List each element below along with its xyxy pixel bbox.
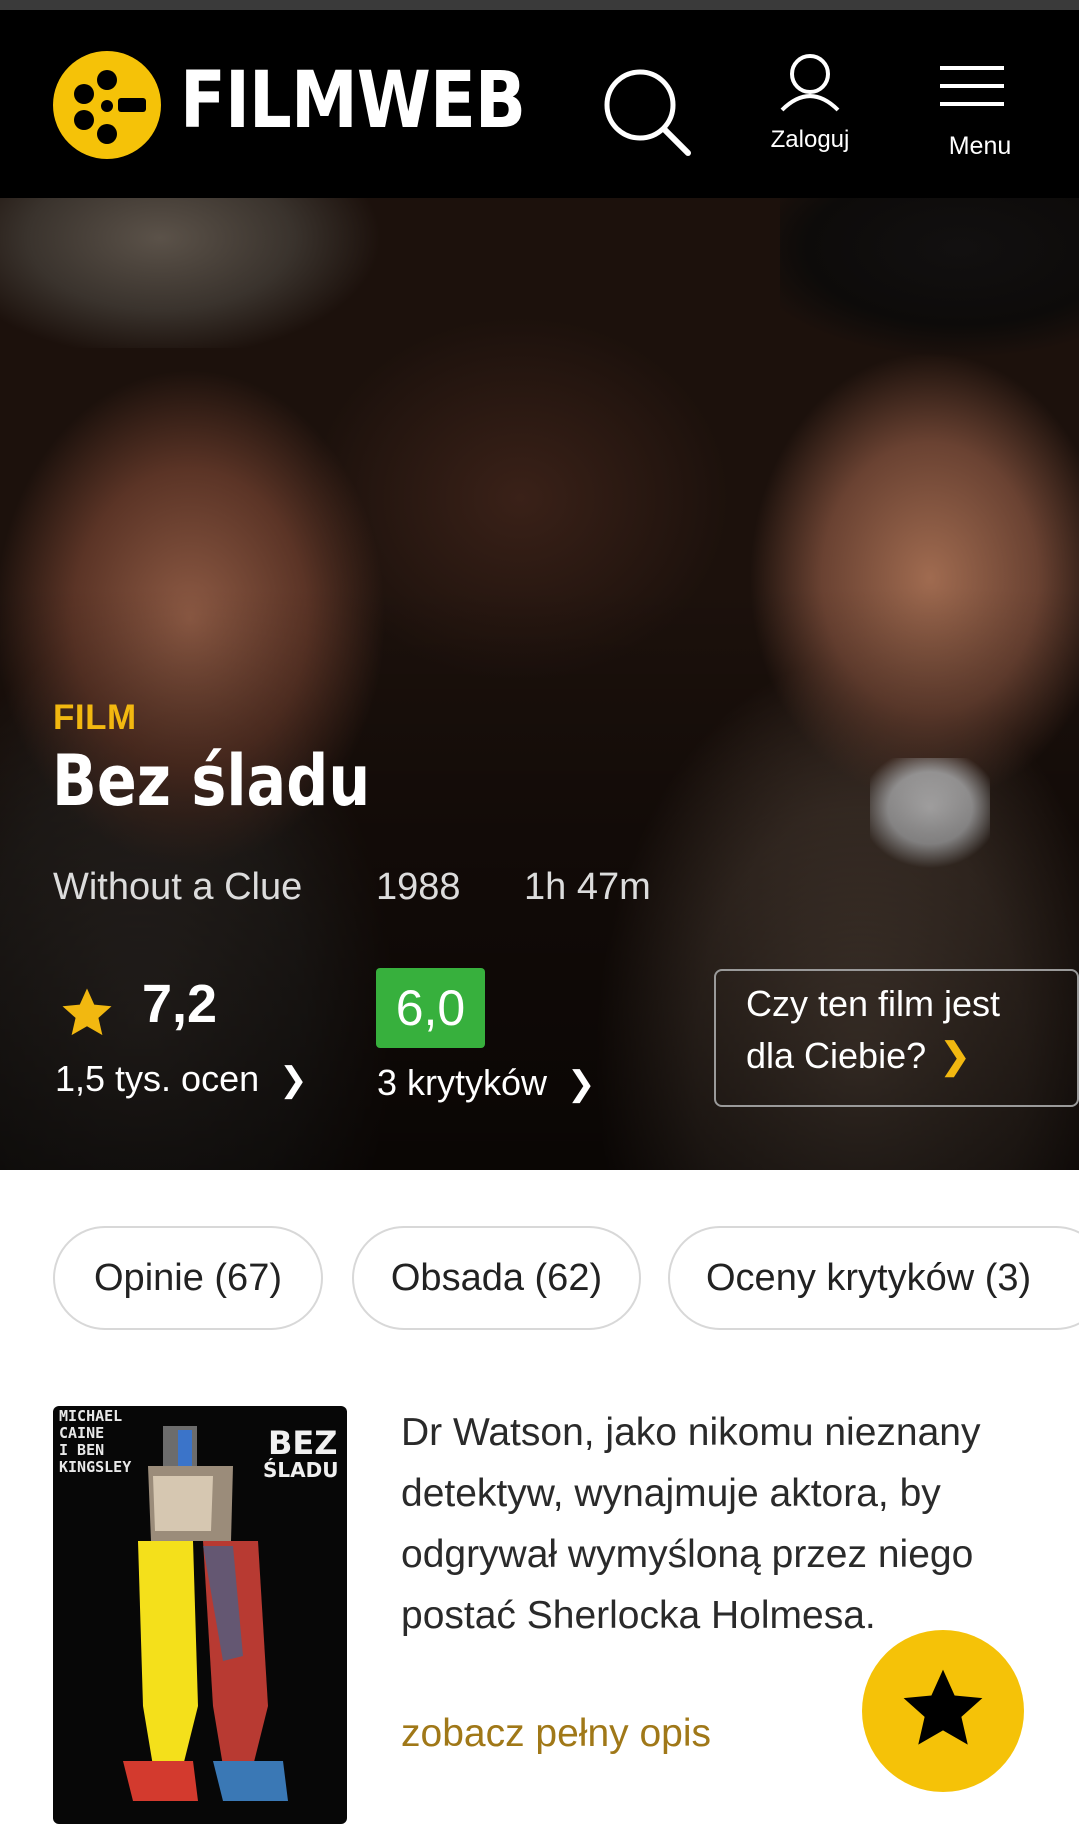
rate-button[interactable] [862,1630,1024,1792]
poster-subtitle: ŚLADU [263,1458,339,1482]
full-description-link[interactable]: zobacz pełny opis [401,1712,711,1756]
rating-count: 1,5 tys. ocen [55,1058,260,1099]
chevron-right-icon: ❯ [567,1065,596,1103]
filmweb-reel-icon[interactable] [52,50,162,160]
for-you-button[interactable]: Czy ten film jest dla Ciebie? ❯ [714,969,1079,1107]
movie-poster[interactable]: MICHAEL CAINE I BEN KINGSLEY BEZ ŚLADU [53,1406,347,1824]
tab-cast[interactable]: Obsada (62) [352,1226,641,1330]
poster-credits: MICHAEL CAINE I BEN KINGSLEY [59,1407,132,1476]
user-icon [780,54,840,112]
tab-critic-ratings[interactable]: Oceny krytyków (3) [668,1226,1079,1330]
brand-name[interactable]: FILMWEB [180,62,526,140]
movie-description: Dr Watson, jako nikomu nieznany detektyw… [401,1411,981,1637]
poster-title: BEZ [268,1424,338,1462]
rating-count-link[interactable]: 1,5 tys. ocen ❯ [55,1058,308,1100]
menu-label: Menu [948,132,1012,160]
user-rating: 7,2 [142,974,218,1034]
content-type-label: FILM [53,698,137,737]
for-you-line2: dla Ciebie? [746,1035,927,1076]
release-year[interactable]: 1988 [376,866,461,909]
for-you-line2-wrap: dla Ciebie? ❯ [746,1035,970,1077]
hamburger-icon [940,66,1004,106]
hero-backdrop: FILM Bez śladu Without a Clue 1988 1h 47… [0,198,1079,1170]
top-header: FILMWEB Zaloguj Menu [0,10,1079,198]
status-bar-edge [0,0,1079,10]
duration: 1h 47m [524,866,651,908]
movie-title: Bez śladu [52,740,371,822]
login-label: Zaloguj [770,126,850,153]
menu-button[interactable]: Menu [930,60,1030,170]
star-icon [903,1669,983,1745]
critic-count-link[interactable]: 3 krytyków ❯ [377,1062,596,1104]
tab-opinions[interactable]: Opinie (67) [53,1226,323,1330]
chevron-right-icon: ❯ [279,1061,308,1099]
chevron-right-icon: ❯ [940,1035,971,1076]
critic-count: 3 krytyków [377,1062,548,1103]
search-icon[interactable] [600,65,695,160]
login-button[interactable]: Zaloguj [760,50,860,165]
critic-rating-badge: 6,0 [376,968,485,1048]
star-icon [62,988,112,1036]
for-you-line1: Czy ten film jest [746,983,1001,1024]
original-title: Without a Clue [53,866,303,908]
